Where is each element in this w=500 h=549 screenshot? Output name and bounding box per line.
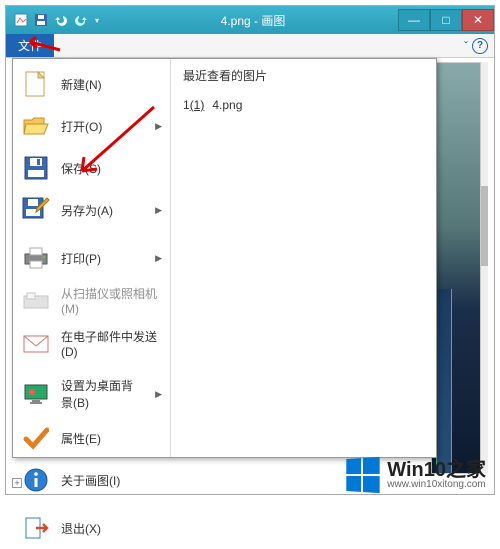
recent-file-name: 4.png — [212, 98, 242, 112]
menu-new[interactable]: 新建(N) — [13, 63, 170, 105]
menu-save-as[interactable]: 另存为(A) ▶ — [13, 189, 170, 231]
submenu-arrow-icon: ▶ — [155, 121, 162, 132]
recent-file-item[interactable]: 1(1) 4.png — [183, 94, 424, 116]
submenu-arrow-icon: ▶ — [155, 253, 162, 264]
menu-exit[interactable]: 退出(X) — [13, 507, 170, 549]
menu-properties[interactable]: 属性(E) — [13, 417, 170, 459]
close-button[interactable]: ✕ — [462, 9, 494, 31]
submenu-arrow-icon: ▶ — [155, 205, 162, 216]
info-icon — [21, 465, 51, 495]
watermark-url: www.win10xitong.com — [387, 480, 486, 490]
file-menu-list: 新建(N) 打开(O) ▶ 保存(S) 另存为(A) ▶ — [13, 59, 171, 457]
folder-open-icon — [21, 111, 51, 141]
recent-index: 1(1) — [183, 98, 204, 112]
menu-label: 在电子邮件中发送(D) — [61, 328, 162, 359]
menu-label: 设置为桌面背景(B) — [61, 377, 143, 411]
file-menu-dropdown: 新建(N) 打开(O) ▶ 保存(S) 另存为(A) ▶ — [12, 58, 437, 458]
help-icon[interactable]: ? — [472, 38, 488, 54]
menu-set-wallpaper[interactable]: 设置为桌面背景(B) ▶ — [13, 371, 170, 417]
app-icon[interactable] — [12, 11, 30, 29]
menu-label: 从扫描仪或照相机(M) — [61, 285, 162, 316]
menu-label: 退出(X) — [61, 520, 162, 537]
save-as-icon — [21, 195, 51, 225]
menu-open[interactable]: 打开(O) ▶ — [13, 105, 170, 147]
new-icon — [21, 69, 51, 99]
menu-from-scanner[interactable]: 从扫描仪或照相机(M) — [13, 279, 170, 322]
canvas-image — [432, 63, 480, 473]
recent-heading: 最近查看的图片 — [183, 67, 424, 84]
undo-icon[interactable] — [52, 11, 70, 29]
menu-label: 打开(O) — [61, 118, 143, 135]
watermark: Win10之家 www.win10xitong.com — [345, 458, 486, 492]
menu-label: 另存为(A) — [61, 202, 143, 219]
scanner-icon — [21, 286, 51, 316]
menu-label: 关于画图(I) — [61, 472, 162, 489]
menu-send-email[interactable]: 在电子邮件中发送(D) — [13, 322, 170, 365]
save-icon[interactable] — [32, 11, 50, 29]
exit-icon — [21, 513, 51, 543]
qat-dropdown-icon[interactable]: ▾ — [92, 16, 102, 25]
quick-access-toolbar: ▾ — [6, 11, 108, 29]
submenu-arrow-icon: ▶ — [155, 389, 162, 400]
watermark-title: Win10之家 — [387, 460, 486, 480]
recent-files-panel: 最近查看的图片 1(1) 4.png — [171, 59, 436, 457]
menu-label: 打印(P) — [61, 250, 143, 267]
vertical-scrollbar[interactable] — [481, 62, 488, 474]
window-title: 4.png - 画图 — [108, 12, 398, 29]
file-tab[interactable]: 文件 — [6, 34, 54, 57]
title-bar: ▾ 4.png - 画图 — □ ✕ — [6, 6, 494, 34]
menu-label: 新建(N) — [61, 76, 162, 93]
menu-label: 保存(S) — [61, 160, 162, 177]
menu-save[interactable]: 保存(S) — [13, 147, 170, 189]
menu-print[interactable]: 打印(P) ▶ — [13, 237, 170, 279]
save-icon — [21, 153, 51, 183]
printer-icon — [21, 243, 51, 273]
windows-logo-icon — [347, 457, 380, 493]
ribbon-tabs: 文件 ˇ ? — [6, 34, 494, 58]
check-icon — [21, 423, 51, 453]
minimize-button[interactable]: — — [398, 9, 430, 31]
scrollbar-thumb[interactable] — [481, 186, 488, 266]
menu-label: 属性(E) — [61, 430, 162, 447]
desktop-icon — [21, 379, 51, 409]
maximize-button[interactable]: □ — [430, 9, 462, 31]
redo-icon[interactable] — [72, 11, 90, 29]
status-button[interactable]: + — [12, 478, 22, 488]
ribbon-caret-icon[interactable]: ˇ — [464, 39, 468, 53]
canvas[interactable] — [431, 62, 481, 474]
email-icon — [21, 329, 51, 359]
menu-about[interactable]: 关于画图(I) — [13, 459, 170, 501]
